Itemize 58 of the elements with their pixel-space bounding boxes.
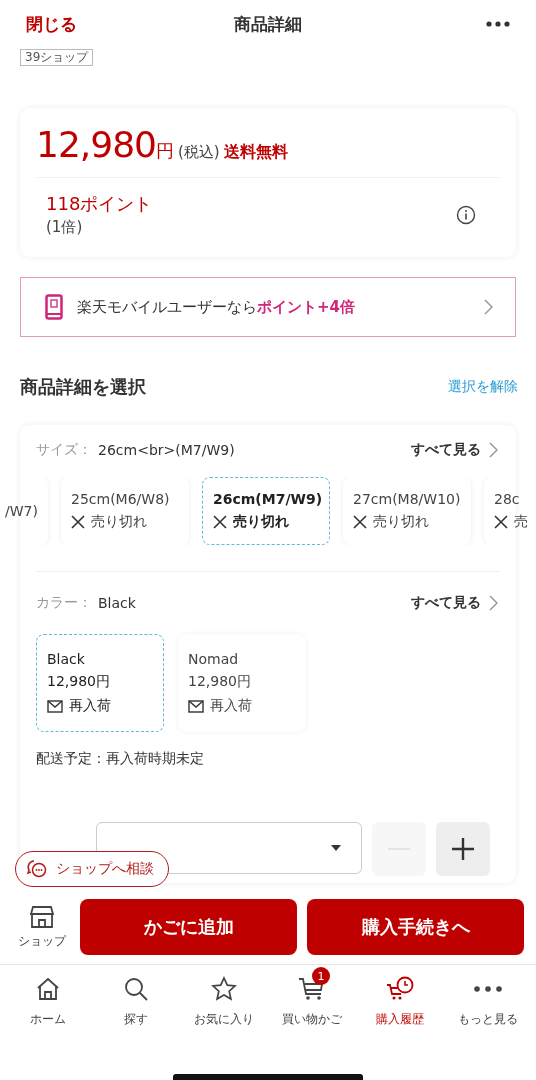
more-icon [474, 986, 502, 992]
chevron-right-icon [489, 442, 498, 458]
tab-bar-item[interactable]: 探す [94, 965, 178, 1028]
see-all-link[interactable]: すべて見る [411, 594, 498, 612]
home-icon [35, 976, 61, 1002]
free-shipping-label: 送料無料 [223, 142, 288, 163]
shop-tag: 39ショップ [20, 49, 94, 66]
checkout-button[interactable]: 購入手続きへ [307, 899, 524, 955]
increase-button[interactable] [436, 822, 490, 876]
tab-bar-item[interactable]: 購入履歴 [358, 965, 442, 1028]
size-option[interactable]: /W7) [0, 477, 48, 545]
shop-button[interactable]: ショップ [14, 904, 70, 950]
dropdown-caret-icon [331, 845, 341, 851]
tab-bar-item[interactable]: もっと見る [446, 965, 530, 1028]
chat-bubbles-icon [26, 859, 48, 879]
color-option[interactable]: Black 12,980円 再入荷 [36, 634, 164, 732]
tax-note: (税込) [177, 143, 220, 162]
search-icon [123, 976, 149, 1002]
tab-bar-item[interactable]: 1 買い物かご [270, 965, 354, 1028]
see-all-link[interactable]: すべて見る [411, 441, 498, 459]
delivery-note: 配送予定：再入荷時期未定 [35, 750, 205, 768]
cross-icon [494, 515, 508, 529]
cross-icon [213, 515, 227, 529]
phone-icon [45, 294, 63, 320]
star-icon [211, 976, 237, 1002]
size-option[interactable]: 27cm(M8/W10) 売り切れ [343, 477, 471, 545]
tab-bar-item[interactable]: ホーム [6, 965, 90, 1028]
chevron-right-icon [489, 595, 498, 611]
close-button[interactable]: 閉じる [26, 12, 77, 36]
cart-count-badge: 1 [312, 967, 330, 985]
plus-icon [452, 838, 474, 860]
envelope-icon [188, 699, 204, 713]
info-icon[interactable] [456, 204, 476, 225]
section-title: 商品詳細を選択 [20, 375, 146, 399]
tab-bar-item[interactable]: お気に入り [182, 965, 266, 1028]
price: 12,980 [36, 124, 156, 165]
size-label: サイズ： [36, 441, 92, 459]
color-value: Black [98, 595, 137, 611]
add-to-cart-button[interactable]: かごに追加 [80, 899, 297, 955]
store-icon [29, 904, 55, 929]
points-multiplier: (1倍) [46, 218, 84, 237]
points-text: 118ポイント [46, 192, 153, 216]
cart-clock-icon [386, 976, 414, 1002]
envelope-icon [47, 699, 63, 713]
page-title: 商品詳細 [234, 12, 302, 36]
chevron-right-icon [484, 299, 493, 315]
price-unit: 円 [155, 139, 174, 163]
color-option[interactable]: Nomad 12,980円 再入荷 [178, 634, 306, 732]
color-label: カラー： [36, 594, 92, 612]
more-icon[interactable] [486, 21, 510, 27]
mobile-points-banner[interactable]: 楽天モバイルユーザーならポイント+4倍 [20, 277, 516, 337]
size-option[interactable]: 25cm(M6/W8) 売り切れ [61, 477, 189, 545]
size-option[interactable]: 28c 売 [484, 477, 536, 545]
cross-icon [353, 515, 367, 529]
size-option[interactable]: 26cm(M7/W9) 売り切れ [202, 477, 330, 545]
shop-consult-button[interactable]: ショップへ相談 [15, 851, 169, 887]
cross-icon [71, 515, 85, 529]
size-value: 26cm<br>(M7/W9) [98, 442, 236, 458]
